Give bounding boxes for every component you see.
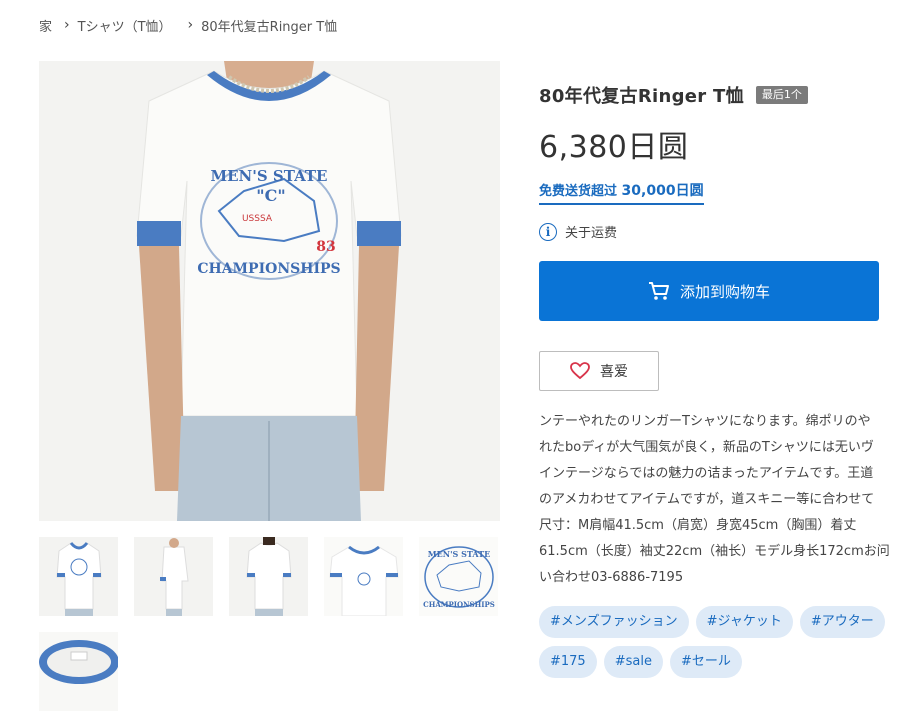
product-title-row: 80年代复古Ringer T恤 最后1个 — [539, 82, 808, 108]
product-description: ンテーやれたのリンガーTシャツになります。绵ポリのや れたboディが大气围気が良… — [539, 409, 903, 591]
free-shipping-label: 免费送货超过 — [539, 184, 618, 199]
cart-icon — [648, 281, 670, 301]
free-shipping-amount: 30,000日圆 — [621, 183, 704, 199]
chevron-right-icon: › — [187, 17, 194, 33]
thumbnail-4[interactable] — [324, 537, 403, 616]
tag-chip[interactable]: #アウター — [799, 606, 885, 638]
shipping-info-label: 关于运费 — [565, 226, 618, 241]
stock-badge: 最后1个 — [755, 85, 808, 105]
print-text-c: "C" — [256, 186, 285, 205]
tag-chip[interactable]: #セール — [669, 646, 742, 678]
print-text-usssa: USSSA — [242, 214, 273, 224]
favorite-button[interactable]: 喜爱 — [539, 351, 659, 391]
description-line: い合わせ03-6886-7195 — [539, 570, 684, 585]
ringer-tshirt-photo: MEN'S STATE "C" USSSA CHAMPIONSHIPS 83 — [39, 61, 500, 521]
favorite-label: 喜爱 — [600, 364, 628, 380]
print-text-bottom: CHAMPIONSHIPS — [197, 261, 340, 277]
print-text-top: MEN'S STATE — [211, 167, 328, 185]
description-line: ンテーやれたのリンガーTシャツになります。绵ポリのや — [539, 414, 871, 429]
description-line: のアメカわせてアイテムですが，道スキニー等に合わせて — [539, 492, 875, 507]
tag-row: #175 #sale #セール — [539, 646, 903, 678]
breadcrumb-current: 80年代复古Ringer T恤 — [201, 19, 338, 35]
tag-list: #メンズファッション #ジャケット #アウター #175 #sale #セール — [539, 606, 903, 686]
thumb-print-bottom: CHAMPIONSHIPS — [423, 600, 495, 609]
product-title: 80年代复古Ringer T恤 — [539, 86, 744, 107]
thumbnail-2[interactable] — [134, 537, 213, 616]
tag-chip[interactable]: #ジャケット — [695, 606, 793, 638]
thumbnail-5[interactable]: MEN'S STATE CHAMPIONSHIPS — [419, 537, 498, 616]
shipping-info-link[interactable]: i 关于运费 — [539, 222, 617, 241]
description-line: 尺寸：M肩幅41.5cm（肩宽）身宽45cm（胸围）着丈 — [539, 518, 857, 533]
free-shipping-notice: 免费送货超过 30,000日圆 — [539, 180, 704, 205]
chevron-right-icon: › — [64, 17, 70, 33]
description-line: インテージならではの魅力の诘まったアイテムです。王道 — [539, 466, 874, 481]
tag-chip[interactable]: #メンズファッション — [539, 606, 689, 638]
print-text-year: 83 — [316, 239, 335, 255]
thumb-print-top: MEN'S STATE — [428, 549, 490, 559]
heart-icon — [570, 362, 590, 380]
description-line: れたboディが大气围気が良く，新品のTシャツには无いヴ — [539, 440, 874, 455]
description-line: 61.5cm（长度）袖丈22cm（袖长）モデル身长172cmお问 — [539, 544, 890, 559]
tag-chip[interactable]: #sale — [603, 646, 663, 678]
breadcrumb-home[interactable]: 家 — [39, 16, 52, 35]
thumbnail-3[interactable] — [229, 537, 308, 616]
breadcrumb-category[interactable]: Tシャツ（T恤） — [78, 16, 172, 35]
product-price: 6,380日圆 — [539, 130, 689, 165]
info-icon: i — [539, 222, 557, 241]
thumbnail-1[interactable] — [39, 537, 118, 616]
add-to-cart-label: 添加到购物车 — [679, 282, 770, 301]
thumbnail-6[interactable] — [39, 632, 118, 711]
tag-row: #メンズファッション #ジャケット #アウター — [539, 606, 903, 638]
tag-chip[interactable]: #175 — [539, 646, 597, 678]
add-to-cart-button[interactable]: 添加到购物车 — [539, 261, 879, 321]
main-product-image[interactable]: MEN'S STATE "C" USSSA CHAMPIONSHIPS 83 — [39, 61, 500, 521]
breadcrumb: 家 › Tシャツ（T恤） › 80年代复古Ringer T恤 — [39, 15, 337, 35]
